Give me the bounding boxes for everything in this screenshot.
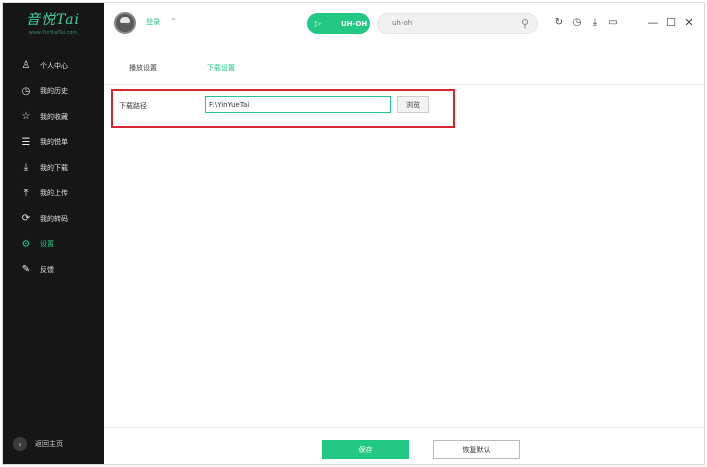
- clock-icon: ◷: [21, 85, 31, 97]
- settings-tabs: 播放设置 下载设置: [104, 55, 704, 85]
- app-logo: 音悦Tai www.YinYueTai.com: [13, 11, 93, 43]
- sidebar-item-favorites[interactable]: ☆ 我的收藏: [3, 104, 104, 130]
- sidebar-nav: ♙ 个人中心 ◷ 我的历史 ☆ 我的收藏 ☰ 我的悦单 ⤓ 我的下载 ⤒ 我的上…: [3, 53, 104, 283]
- search-input[interactable]: uh-oh ⚲: [377, 13, 538, 34]
- sidebar-item-label: 我的下载: [40, 163, 68, 172]
- feedback-icon: ✎: [21, 264, 31, 276]
- play-icon[interactable]: ▷: [311, 17, 325, 31]
- tab-play-settings[interactable]: 播放设置: [129, 63, 157, 73]
- top-bar: 登录 ⌄ ▷ UH-OH uh-oh ⚲ ↻ ◷ ⤓ ▭ — ☐ ✕: [104, 3, 704, 45]
- maximize-icon[interactable]: ☐: [662, 15, 680, 31]
- toolbar-icons: ↻ ◷ ⤓ ▭: [550, 15, 622, 31]
- restore-defaults-button[interactable]: 恢复默认: [433, 440, 520, 459]
- sidebar-item-playlists[interactable]: ☰ 我的悦单: [3, 130, 104, 156]
- browse-button[interactable]: 浏览: [397, 96, 429, 113]
- refresh-icon[interactable]: ↻: [550, 15, 568, 31]
- search-value: uh-oh: [392, 19, 413, 27]
- star-icon: ☆: [21, 111, 31, 123]
- convert-icon: ⟳: [21, 213, 31, 225]
- download-icon[interactable]: ⤓: [586, 15, 604, 31]
- sidebar-item-label: 我的收藏: [40, 112, 68, 121]
- avatar[interactable]: [114, 12, 136, 34]
- person-icon: ♙: [21, 60, 31, 72]
- close-icon[interactable]: ✕: [680, 15, 698, 31]
- now-playing-pill[interactable]: ▷ UH-OH: [307, 13, 370, 34]
- login-link[interactable]: 登录: [146, 17, 160, 27]
- tab-download-settings[interactable]: 下载设置: [207, 63, 235, 73]
- sidebar-item-label: 我的上传: [40, 189, 68, 198]
- sidebar: 音悦Tai www.YinYueTai.com ♙ 个人中心 ◷ 我的历史 ☆ …: [3, 3, 104, 464]
- download-icon: ⤓: [23, 162, 29, 174]
- now-playing-label: UH-OH: [341, 19, 368, 28]
- search-icon[interactable]: ⚲: [521, 17, 529, 30]
- sidebar-item-label: 我的悦单: [40, 138, 68, 147]
- logo-subtext: www.YinYueTai.com: [28, 30, 78, 36]
- logo-text: 音悦Tai: [25, 12, 81, 28]
- playlist-icon: ☰: [21, 136, 31, 148]
- sidebar-item-label: 我的历史: [40, 87, 68, 96]
- save-button[interactable]: 保存: [322, 440, 409, 459]
- upload-icon: ⤒: [23, 187, 29, 199]
- sidebar-item-label: 个人中心: [40, 61, 68, 70]
- sidebar-item-history[interactable]: ◷ 我的历史: [3, 79, 104, 105]
- sidebar-item-transcode[interactable]: ⟳ 我的转码: [3, 206, 104, 232]
- sidebar-item-label: 反馈: [40, 265, 54, 274]
- download-path-label: 下载路径: [119, 102, 147, 110]
- sidebar-item-label: 我的转码: [40, 214, 68, 223]
- sidebar-item-uploads[interactable]: ⤒ 我的上传: [3, 181, 104, 207]
- sidebar-item-label: 设置: [40, 240, 54, 249]
- screen-icon[interactable]: ▭: [604, 15, 622, 31]
- sidebar-item-downloads[interactable]: ⤓ 我的下载: [3, 155, 104, 181]
- chevron-down-icon[interactable]: ⌄: [170, 13, 177, 22]
- gear-icon: ⚙: [21, 238, 31, 250]
- history-icon[interactable]: ◷: [568, 15, 586, 31]
- sidebar-item-settings[interactable]: ⚙ 设置: [3, 232, 104, 258]
- sidebar-item-profile[interactable]: ♙ 个人中心: [3, 53, 104, 79]
- minimize-icon[interactable]: —: [644, 15, 662, 31]
- app-window: 音悦Tai www.YinYueTai.com ♙ 个人中心 ◷ 我的历史 ☆ …: [2, 2, 705, 465]
- back-arrow-icon: ‹: [13, 437, 27, 451]
- back-home-label: 返回主页: [35, 440, 63, 448]
- sidebar-item-feedback[interactable]: ✎ 反馈: [3, 257, 104, 283]
- download-path-input[interactable]: [205, 96, 391, 113]
- window-controls: — ☐ ✕: [644, 15, 698, 31]
- back-home-button[interactable]: ‹ 返回主页: [13, 436, 63, 452]
